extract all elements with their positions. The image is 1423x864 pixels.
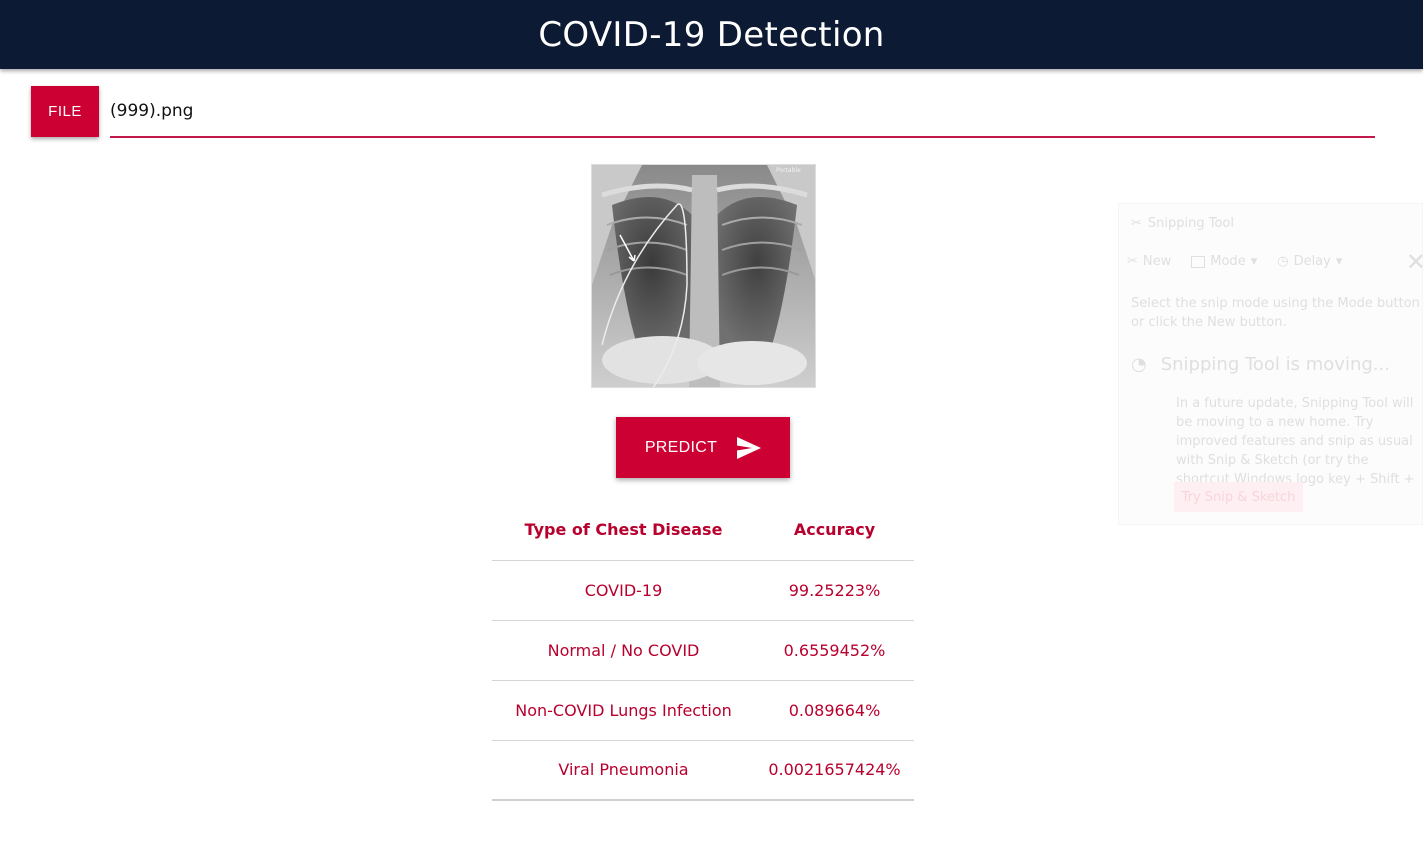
chest-xray-image: Portable: [591, 164, 816, 388]
file-upload-row: FILE (999).png: [31, 86, 1375, 140]
disease-type-cell: Non-COVID Lungs Infection: [492, 680, 755, 741]
ghost-delay-button: ◷ Delay ▾: [1277, 254, 1343, 269]
mode-icon: [1191, 255, 1206, 268]
ghost-new-button: ✂ New: [1127, 254, 1171, 269]
ghost-hint-text: Select the snip mode using the Mode butt…: [1131, 296, 1420, 330]
page-title: COVID-19 Detection: [538, 14, 885, 55]
ghost-toolbar: ✂ New Mode ▾ ◷ Delay ▾: [1127, 254, 1342, 269]
ghost-window-title: ✂ Snipping Tool: [1131, 216, 1234, 231]
ghost-new-label: New: [1142, 254, 1172, 269]
clock-icon: ◷: [1277, 254, 1289, 269]
accuracy-cell: 99.25223%: [755, 560, 914, 621]
close-icon: ✕: [1405, 248, 1423, 276]
ghost-mode-label: Mode: [1210, 254, 1246, 269]
ghost-heading: ◔ Snipping Tool is moving...: [1131, 354, 1390, 375]
new-snip-icon: ✂: [1127, 254, 1138, 269]
background-snipping-tool-window: ✂ Snipping Tool ✂ New Mode ▾ ◷ Delay ▾ ✕ S…: [1118, 203, 1423, 525]
accuracy-cell: 0.6559452%: [755, 620, 914, 681]
app-header: COVID-19 Detection: [0, 0, 1423, 69]
accuracy-cell: 0.0021657424%: [755, 740, 914, 801]
disease-type-cell: Normal / No COVID: [492, 620, 755, 681]
ghost-title-text: Snipping Tool: [1147, 216, 1234, 231]
table-row: Viral Pneumonia 0.0021657424%: [492, 740, 914, 801]
ghost-mode-button: Mode ▾: [1191, 254, 1257, 269]
table-row: Non-COVID Lungs Infection 0.089664%: [492, 680, 914, 741]
ghost-delay-label: Delay: [1293, 254, 1331, 269]
table-row: Normal / No COVID 0.6559452%: [492, 620, 914, 681]
xray-corner-label: Portable: [776, 167, 801, 174]
accuracy-cell: 0.089664%: [755, 680, 914, 741]
disease-type-cell: Viral Pneumonia: [492, 740, 755, 801]
disease-type-cell: COVID-19: [492, 560, 755, 621]
predict-label: PREDICT: [644, 438, 718, 456]
info-icon: ◔: [1131, 354, 1147, 375]
file-button[interactable]: FILE: [31, 86, 99, 137]
results-table: Type of Chest Disease Accuracy COVID-19 …: [492, 500, 914, 801]
column-header-disease: Type of Chest Disease: [492, 500, 755, 561]
scissors-icon: ✂: [1131, 216, 1142, 231]
results-header-row: Type of Chest Disease Accuracy: [492, 500, 914, 561]
send-icon: [737, 436, 762, 459]
predict-button[interactable]: PREDICT: [616, 417, 790, 478]
ghost-link-button: Try Snip & Sketch: [1174, 482, 1303, 512]
ghost-heading-text: Snipping Tool is moving...: [1160, 354, 1390, 375]
column-header-accuracy: Accuracy: [755, 500, 914, 561]
file-name-field[interactable]: (999).png: [110, 86, 1375, 138]
xray-graphic: Portable: [592, 165, 815, 387]
table-row: COVID-19 99.25223%: [492, 560, 914, 621]
